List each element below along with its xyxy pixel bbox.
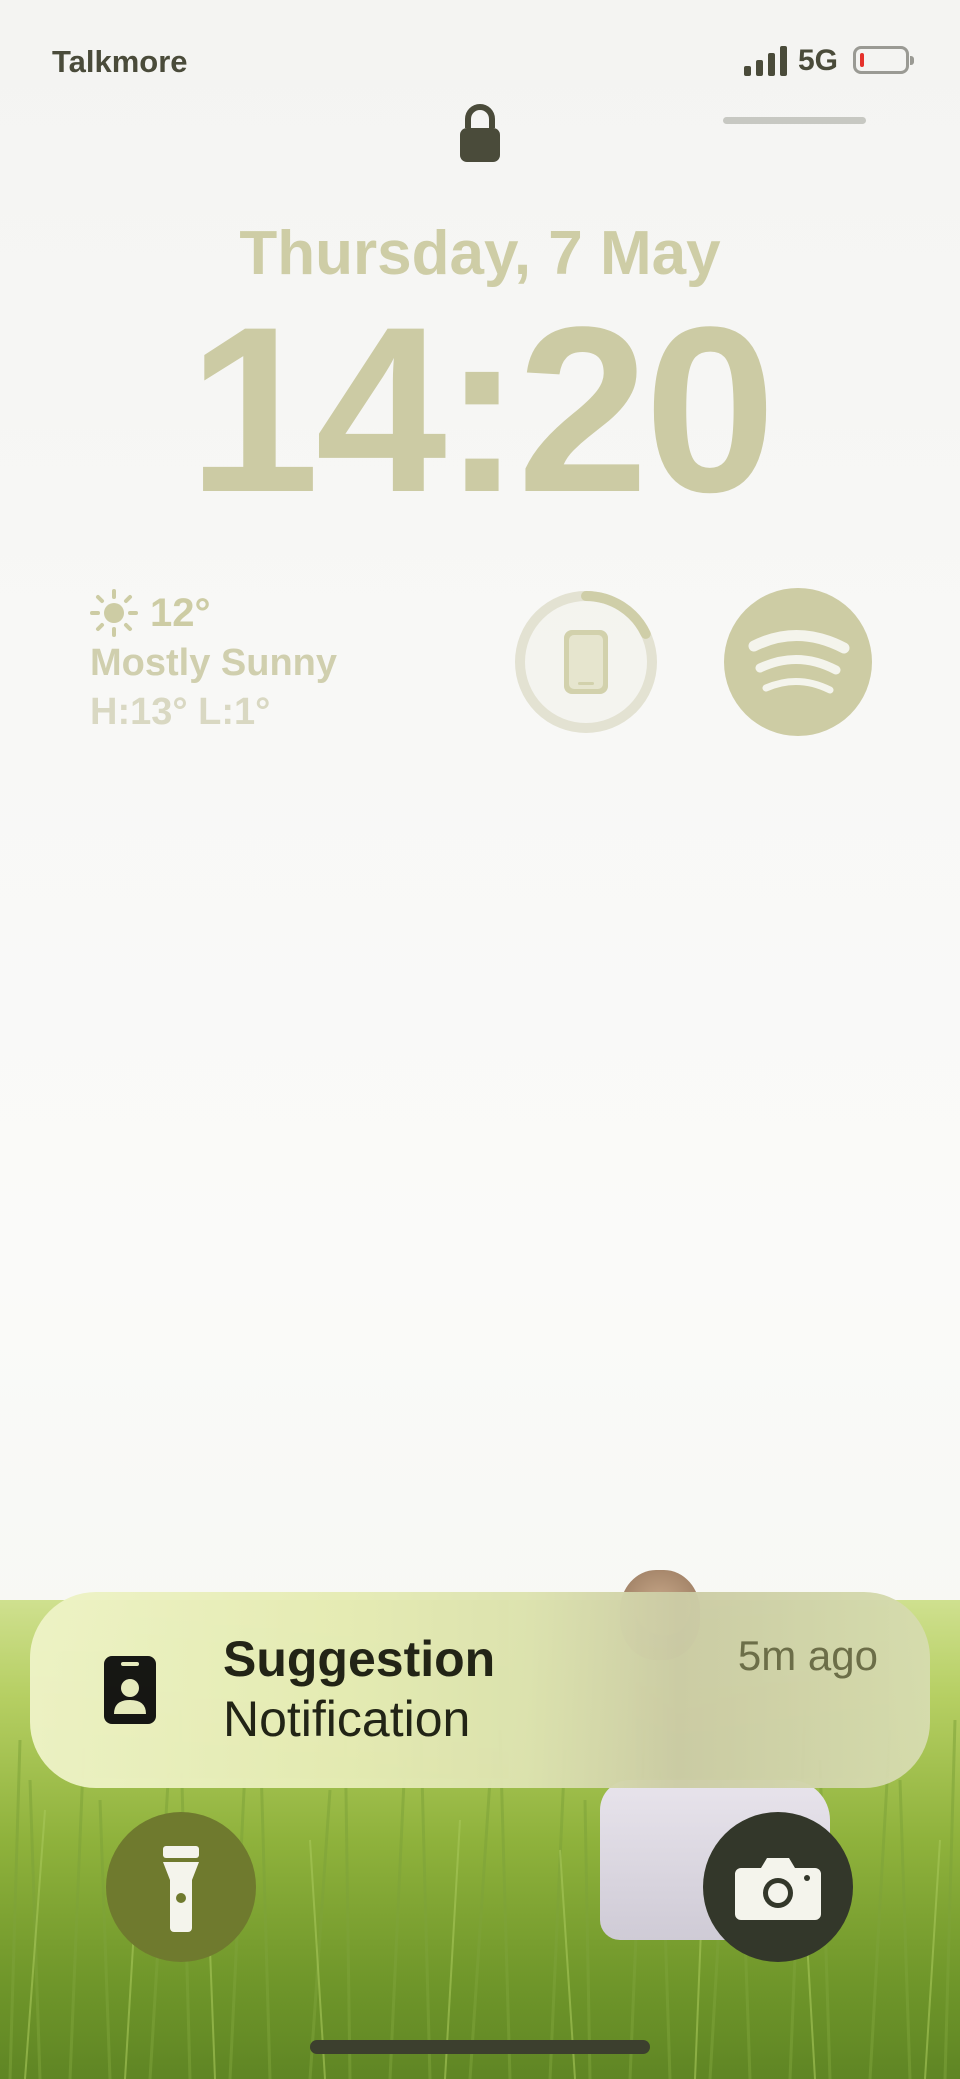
contact-card-icon bbox=[104, 1656, 156, 1724]
notification-body: Notification bbox=[223, 1691, 471, 1747]
weather-temperature: 12° bbox=[150, 590, 211, 635]
flashlight-button[interactable] bbox=[106, 1812, 256, 1962]
camera-icon bbox=[735, 1858, 821, 1920]
camera-button[interactable] bbox=[703, 1812, 853, 1962]
control-center-handle[interactable] bbox=[723, 117, 866, 124]
flashlight-icon bbox=[163, 1846, 199, 1932]
lock-icon bbox=[460, 104, 500, 162]
carrier-name: Talkmore bbox=[52, 44, 188, 79]
spotify-widget[interactable] bbox=[724, 588, 872, 736]
device-battery-widget[interactable] bbox=[512, 588, 660, 736]
suggestion-notification[interactable]: Suggestion Notification 5m ago bbox=[30, 1592, 930, 1788]
cellular-signal-icon bbox=[744, 46, 787, 76]
network-type: 5G bbox=[798, 44, 839, 77]
weather-widget[interactable]: 12° Mostly Sunny H:13° L:1° bbox=[90, 588, 337, 734]
weather-high-low: H:13° L:1° bbox=[90, 691, 271, 733]
sun-icon bbox=[90, 589, 138, 637]
lock-screen: Talkmore 5G Thursday, 7 May 14:20 12° Mo… bbox=[0, 0, 960, 2079]
home-indicator[interactable] bbox=[310, 2040, 650, 2054]
notification-title: Suggestion bbox=[223, 1631, 496, 1687]
lock-time[interactable]: 14:20 bbox=[0, 290, 960, 530]
notification-time: 5m ago bbox=[737, 1632, 878, 1679]
battery-level-fill bbox=[860, 53, 864, 67]
iphone-icon bbox=[564, 630, 608, 694]
battery-icon bbox=[853, 46, 914, 74]
weather-condition: Mostly Sunny bbox=[90, 642, 338, 684]
